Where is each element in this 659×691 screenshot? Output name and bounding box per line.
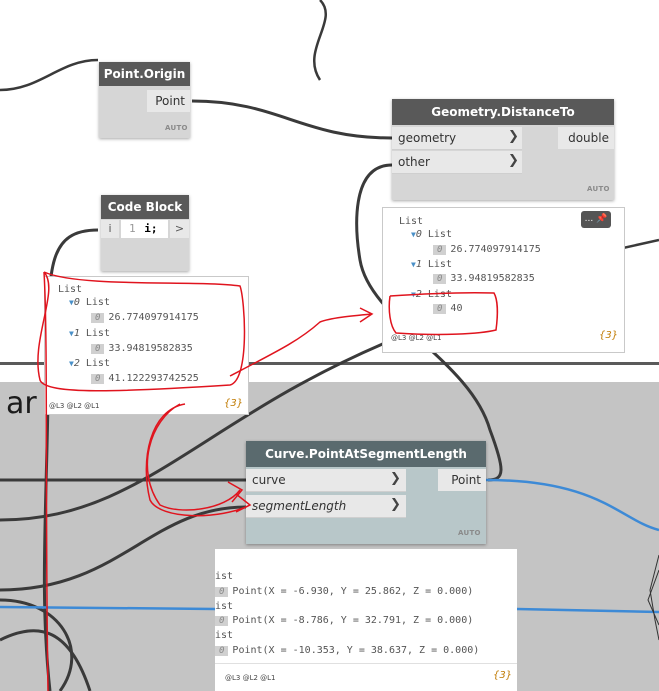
geometry-preview-layer <box>647 554 659 641</box>
geometry-wireframe <box>649 554 659 641</box>
dynamo-canvas[interactable]: ar Point.Origin Point AUTO Geometry.Dist… <box>0 0 659 691</box>
